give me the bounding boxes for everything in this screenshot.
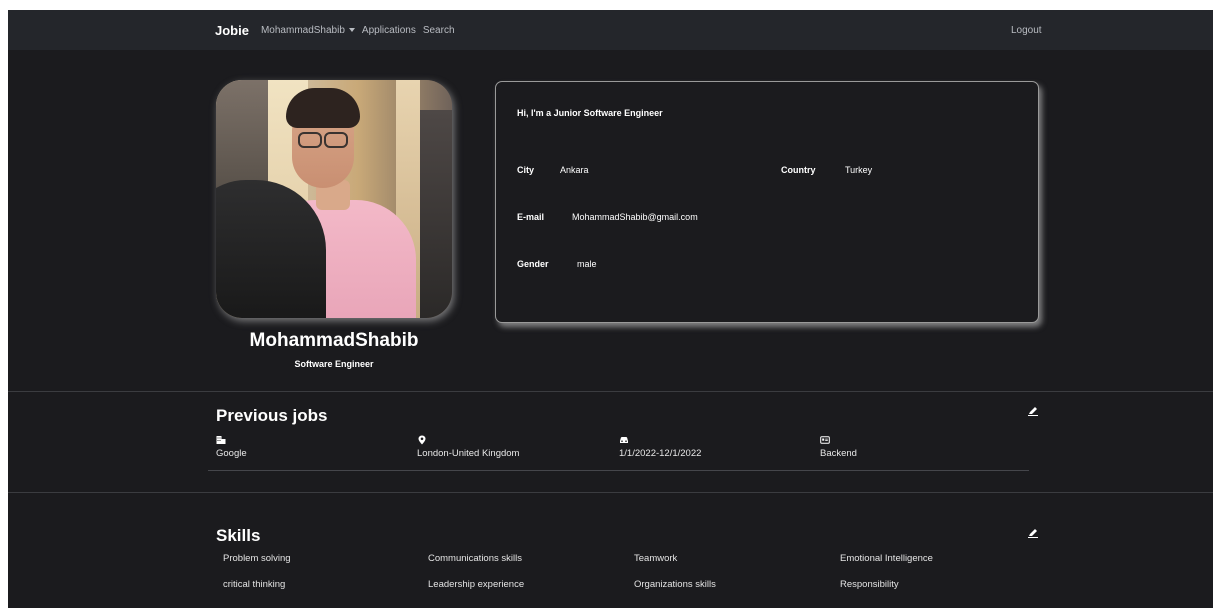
job-role-value: Backend <box>820 448 857 459</box>
skill-item: Leadership experience <box>428 579 525 590</box>
applications-link[interactable]: Applications <box>362 25 416 36</box>
jobs-row-divider <box>208 470 1029 471</box>
profile-page: Jobie MohammadShabib Applications Search… <box>8 10 1213 608</box>
section-divider <box>8 391 1213 392</box>
user-menu-label: MohammadShabib <box>260 24 345 36</box>
skills-title: Skills <box>216 526 261 545</box>
email-label: E-mail <box>517 212 545 222</box>
skill-item: Emotional Intelligence <box>840 553 933 564</box>
job-company-value: Google <box>216 448 247 459</box>
job-location-value: London-United Kingdom <box>417 448 520 459</box>
city-label: City <box>517 165 535 175</box>
skill-item: Teamwork <box>634 553 678 564</box>
edit-skills-icon[interactable] <box>1028 528 1038 538</box>
country-label: Country <box>781 165 816 175</box>
previous-jobs-title: Previous jobs <box>216 406 328 425</box>
section-divider <box>8 492 1213 493</box>
logout-link[interactable]: Logout <box>1011 10 1042 50</box>
skill-item: Responsibility <box>840 579 899 590</box>
navbar-links: Jobie MohammadShabib Applications Search <box>215 10 462 50</box>
info-card: Hi, I'm a Junior Software Engineer City … <box>495 81 1039 323</box>
profile-name: MohammadShabib <box>249 330 419 351</box>
gender-value: male <box>577 259 597 269</box>
job-dates-value: 1/1/2022-12/1/2022 <box>619 448 702 459</box>
location-pin-icon <box>418 435 426 445</box>
building-icon <box>216 436 226 444</box>
car-icon <box>620 437 628 443</box>
country-value: Turkey <box>845 165 873 175</box>
city-value: Ankara <box>560 165 589 175</box>
navbar: Jobie MohammadShabib Applications Search… <box>8 10 1213 50</box>
profile-title: Software Engineer <box>294 359 374 369</box>
user-menu-dropdown[interactable]: MohammadShabib <box>261 25 355 36</box>
brand-link[interactable]: Jobie <box>215 23 249 38</box>
email-value: MohammadShabib@gmail.com <box>572 212 698 222</box>
edit-jobs-icon[interactable] <box>1028 406 1038 416</box>
info-headline: Hi, I'm a Junior Software Engineer <box>517 108 663 118</box>
gender-label: Gender <box>517 259 549 269</box>
caret-down-icon <box>348 28 355 32</box>
search-link[interactable]: Search <box>423 25 455 36</box>
skill-item: Organizations skills <box>634 579 716 590</box>
skill-item: critical thinking <box>223 579 286 590</box>
id-card-icon <box>820 436 830 444</box>
skill-item: Problem solving <box>223 553 291 564</box>
skill-item: Communications skills <box>428 553 522 564</box>
profile-photo <box>216 80 452 318</box>
